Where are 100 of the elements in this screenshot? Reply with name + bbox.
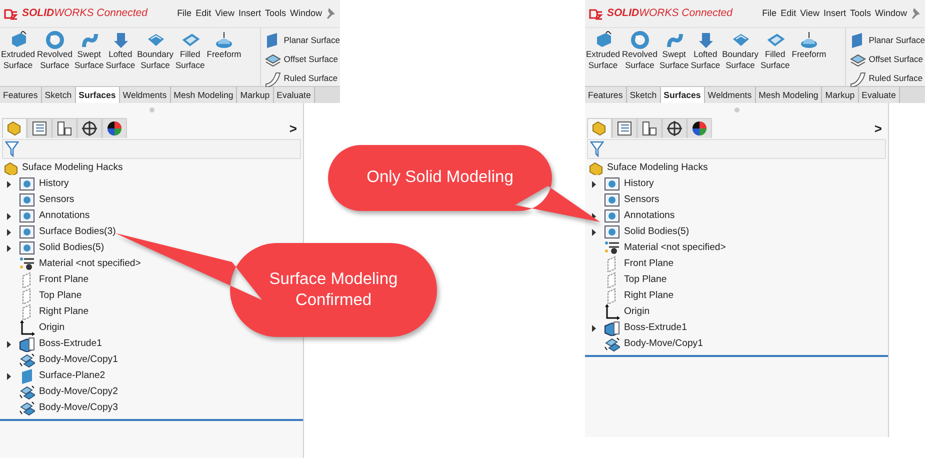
menu-item[interactable]: View	[798, 6, 822, 20]
tree-item[interactable]: Solid Bodies(5)	[624, 224, 690, 240]
tree-item[interactable]: Right Plane	[624, 288, 674, 304]
expand-arrow-icon[interactable]	[592, 180, 596, 188]
tree-item[interactable]: Origin	[39, 320, 65, 336]
tab[interactable]: Weldments	[704, 87, 756, 103]
filter-field[interactable]	[2, 139, 301, 159]
tree-item[interactable]: Annotations	[624, 208, 675, 224]
panel-tab[interactable]	[662, 118, 687, 138]
menu-item[interactable]: Insert	[236, 6, 263, 20]
tree-root[interactable]: Suface Modeling Hacks	[22, 160, 123, 176]
expand-arrow-icon[interactable]	[592, 228, 596, 236]
tree-item[interactable]: Material <not specified>	[39, 256, 141, 272]
expand-arrow-icon[interactable]	[7, 340, 11, 348]
tree-item[interactable]: Surface Bodies(3)	[39, 224, 116, 240]
panel-tab[interactable]	[637, 118, 662, 138]
tree-item[interactable]: Front Plane	[624, 256, 674, 272]
tree-item[interactable]: Boss-Extrude1	[39, 336, 102, 352]
grip-icon[interactable]	[148, 107, 154, 113]
expand-arrow-icon[interactable]	[7, 180, 11, 188]
tab[interactable]: Weldments	[120, 87, 171, 103]
tree-item[interactable]: Sensors	[624, 192, 660, 208]
ribbon-button[interactable]: Planar Surface	[848, 31, 925, 50]
ribbon-button[interactable]: Revolved Surface	[36, 28, 74, 86]
ribbon-button[interactable]: Offset Surface	[848, 50, 925, 69]
menu-item[interactable]: File	[175, 6, 194, 20]
tree-item[interactable]: Material <not specified>	[624, 240, 726, 256]
ribbon-button[interactable]: Boundary Surface	[721, 28, 760, 86]
tree-item[interactable]: Origin	[624, 304, 650, 320]
tab[interactable]: Surfaces	[660, 87, 705, 103]
grip-icon[interactable]	[734, 107, 740, 113]
expand-arrow-icon[interactable]	[7, 372, 11, 380]
next-arrow[interactable]: >	[874, 118, 888, 138]
pin-icon[interactable]	[324, 6, 336, 19]
tree-item[interactable]: Body-Move/Copy1	[624, 336, 703, 352]
tree-item[interactable]: Solid Bodies(5)	[39, 240, 104, 256]
panel-tab[interactable]	[102, 118, 127, 138]
tree-item[interactable]: Sensors	[39, 192, 74, 208]
ribbon-button[interactable]: Swept Surface	[658, 28, 690, 86]
expand-arrow-icon[interactable]	[7, 228, 11, 236]
tree-item[interactable]: Top Plane	[624, 272, 667, 288]
tab[interactable]: Markup	[822, 87, 859, 103]
tree-item[interactable]: Boss-Extrude1	[624, 320, 687, 336]
tree-item[interactable]: Body-Move/Copy3	[39, 400, 118, 416]
ribbon-button[interactable]: Lofted Surface	[690, 28, 722, 86]
tree-item[interactable]: Body-Move/Copy2	[39, 384, 118, 400]
tree-item[interactable]: Front Plane	[39, 272, 89, 288]
tree-item[interactable]: Right Plane	[39, 304, 89, 320]
crosshair-icon	[666, 120, 683, 137]
menu-item[interactable]: View	[213, 6, 236, 20]
tab[interactable]: Sketch	[626, 87, 661, 103]
next-arrow[interactable]: >	[289, 118, 303, 138]
menu-item[interactable]: Tools	[848, 6, 873, 20]
ribbon-button[interactable]: Revolved Surface	[621, 28, 658, 86]
pin-icon[interactable]	[909, 6, 921, 19]
ribbon-button[interactable]: Freeform	[790, 28, 828, 86]
menu-item[interactable]: Window	[872, 6, 909, 20]
ribbon-button[interactable]: Swept Surface	[73, 28, 105, 86]
tab[interactable]: Sketch	[42, 87, 76, 103]
expand-arrow-icon[interactable]	[7, 212, 11, 220]
tab[interactable]: Markup	[237, 87, 274, 103]
ribbon-button[interactable]: Boundary Surface	[136, 28, 174, 86]
menu-item[interactable]: Insert	[821, 6, 848, 20]
menu-item[interactable]: Edit	[778, 6, 798, 20]
tab[interactable]: Features	[0, 87, 42, 103]
ribbon-button[interactable]: Extruded Surface	[0, 28, 36, 86]
tab[interactable]: Features	[585, 87, 627, 103]
panel-tab[interactable]	[687, 118, 712, 138]
tab[interactable]: Mesh Modeling	[170, 87, 238, 103]
menu-item[interactable]: Edit	[194, 6, 214, 20]
tree-item[interactable]: Top Plane	[39, 288, 82, 304]
tree-root[interactable]: Suface Modeling Hacks	[607, 160, 708, 176]
menu-item[interactable]: Tools	[262, 6, 288, 20]
tree-item[interactable]: Surface-Plane2	[39, 368, 106, 384]
ribbon-button[interactable]: Offset Surface	[264, 50, 340, 69]
tab[interactable]: Surfaces	[76, 87, 120, 103]
tree-item[interactable]: History	[624, 176, 654, 192]
ribbon-button[interactable]: Ruled Surface	[848, 69, 925, 88]
tree-item[interactable]: Body-Move/Copy1	[39, 352, 118, 368]
ribbon-button[interactable]: Lofted Surface	[104, 28, 136, 86]
ribbon-button[interactable]: Planar Surface	[264, 31, 340, 50]
tab[interactable]: Evaluate	[858, 87, 900, 103]
panel-tab[interactable]	[77, 118, 102, 138]
tree-item[interactable]: Annotations	[39, 208, 90, 224]
filter-field[interactable]	[587, 139, 886, 159]
panel-tab[interactable]	[52, 118, 77, 138]
ribbon-button[interactable]: Extruded Surface	[585, 28, 622, 86]
ribbon-button[interactable]: Freeform	[206, 28, 242, 86]
panel-tab[interactable]	[612, 118, 637, 138]
ribbon-button[interactable]: Filled Surface	[174, 28, 206, 86]
tab[interactable]: Evaluate	[274, 87, 315, 103]
expand-arrow-icon[interactable]	[7, 244, 11, 252]
menu-item[interactable]: Window	[288, 6, 324, 20]
menu-item[interactable]: File	[760, 6, 779, 20]
ribbon-button[interactable]: Filled Surface	[759, 28, 791, 86]
ribbon-button[interactable]: Ruled Surface	[264, 69, 340, 88]
panel-tab[interactable]	[27, 118, 52, 138]
tab[interactable]: Mesh Modeling	[756, 87, 822, 103]
tree-item[interactable]: History	[39, 176, 69, 192]
expand-arrow-icon[interactable]	[592, 324, 596, 332]
